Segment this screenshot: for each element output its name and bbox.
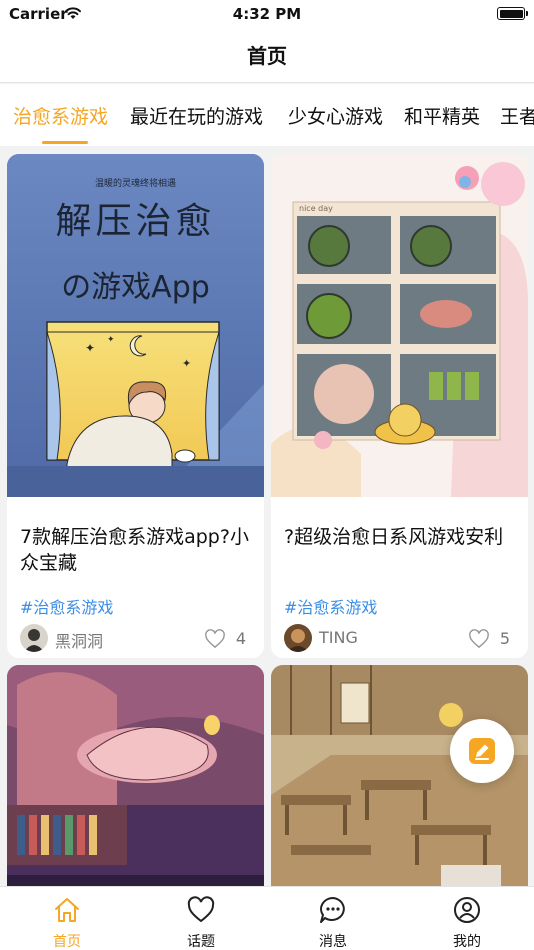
heart-outline-icon — [205, 629, 225, 649]
cover-caption: nice day — [299, 204, 333, 213]
compose-button[interactable] — [450, 719, 514, 783]
battery-icon — [497, 7, 528, 20]
page-title: 首页 — [247, 44, 287, 68]
tab-profile-label: 我的 — [453, 934, 481, 950]
svg-text:✦: ✦ — [85, 341, 95, 355]
tab-messages-label: 消息 — [319, 934, 347, 950]
post-feed[interactable]: ✦ ✦ ✦ 温暖的灵魂终将相遇 解压治愈 の游戏App 7款解压治愈系游戏app… — [0, 146, 534, 886]
nav-bar: 首页 — [0, 28, 534, 83]
edit-icon — [469, 738, 495, 764]
home-icon — [55, 898, 79, 922]
tab-profile[interactable]: 我的 — [400, 887, 534, 950]
status-bar: Carrier 4:32 PM — [0, 0, 534, 28]
bedroom-illustration — [7, 665, 264, 886]
post-title[interactable]: ?超级治愈日系风游戏安利 — [284, 524, 519, 550]
author-name: TING — [319, 628, 358, 647]
profile-icon — [454, 897, 480, 923]
like-count: 4 — [235, 629, 246, 648]
tab-topics-label: 话题 — [187, 934, 215, 950]
bottom-tab-bar: 首页 话题 消息 我的 — [0, 886, 534, 950]
category-tabs: 治愈系游戏 最近在玩的游戏 少女心游戏 和平精英 王者 — [0, 84, 534, 146]
tab-girly-games[interactable]: 少女心游戏 — [288, 102, 383, 129]
cover-subheadline: の游戏App — [61, 270, 210, 305]
avatar[interactable] — [20, 624, 48, 652]
post-card[interactable]: ✦ ✦ ✦ 温暖的灵魂终将相遇 解压治愈 の游戏App 7款解压治愈系游戏app… — [7, 154, 264, 658]
post-cover-image: ✦ ✦ ✦ 温暖的灵魂终将相遇 解压治愈 の游戏App — [7, 154, 264, 497]
clock: 4:32 PM — [232, 5, 302, 23]
post-card[interactable]: nice day ?超级治愈日系风游戏安利 #治愈系游戏 TING 5 — [271, 154, 528, 658]
post-title[interactable]: 7款解压治愈系游戏app?小众宝藏 — [20, 524, 255, 576]
tab-honor-of-kings[interactable]: 王者 — [500, 102, 534, 129]
tab-peace-elite[interactable]: 和平精英 — [404, 102, 480, 129]
post-card[interactable] — [7, 665, 264, 886]
post-topic-tag[interactable]: #治愈系游戏 — [20, 594, 113, 618]
active-tab-indicator — [42, 141, 88, 144]
post-cover-image: nice day — [271, 154, 528, 497]
cover-caption: 温暖的灵魂终将相遇 — [94, 179, 176, 189]
tab-home-label: 首页 — [53, 934, 81, 950]
message-icon — [320, 897, 345, 923]
svg-text:✦: ✦ — [107, 335, 115, 345]
post-topic-tag[interactable]: #治愈系游戏 — [284, 594, 377, 618]
author-name: 黑洞洞 — [55, 632, 104, 651]
tab-messages[interactable]: 消息 — [266, 887, 400, 950]
tab-topics[interactable]: 话题 — [134, 887, 268, 950]
avatar[interactable] — [284, 624, 312, 652]
heart-outline-icon — [469, 629, 489, 649]
like-count: 5 — [499, 629, 510, 648]
tab-recent-games[interactable]: 最近在玩的游戏 — [130, 102, 263, 129]
cover-headline: 解压治愈 — [55, 201, 216, 242]
svg-text:✦: ✦ — [182, 357, 191, 370]
heart-icon — [187, 896, 215, 923]
tab-home[interactable]: 首页 — [0, 887, 134, 950]
tab-healing-games[interactable]: 治愈系游戏 — [13, 102, 108, 129]
